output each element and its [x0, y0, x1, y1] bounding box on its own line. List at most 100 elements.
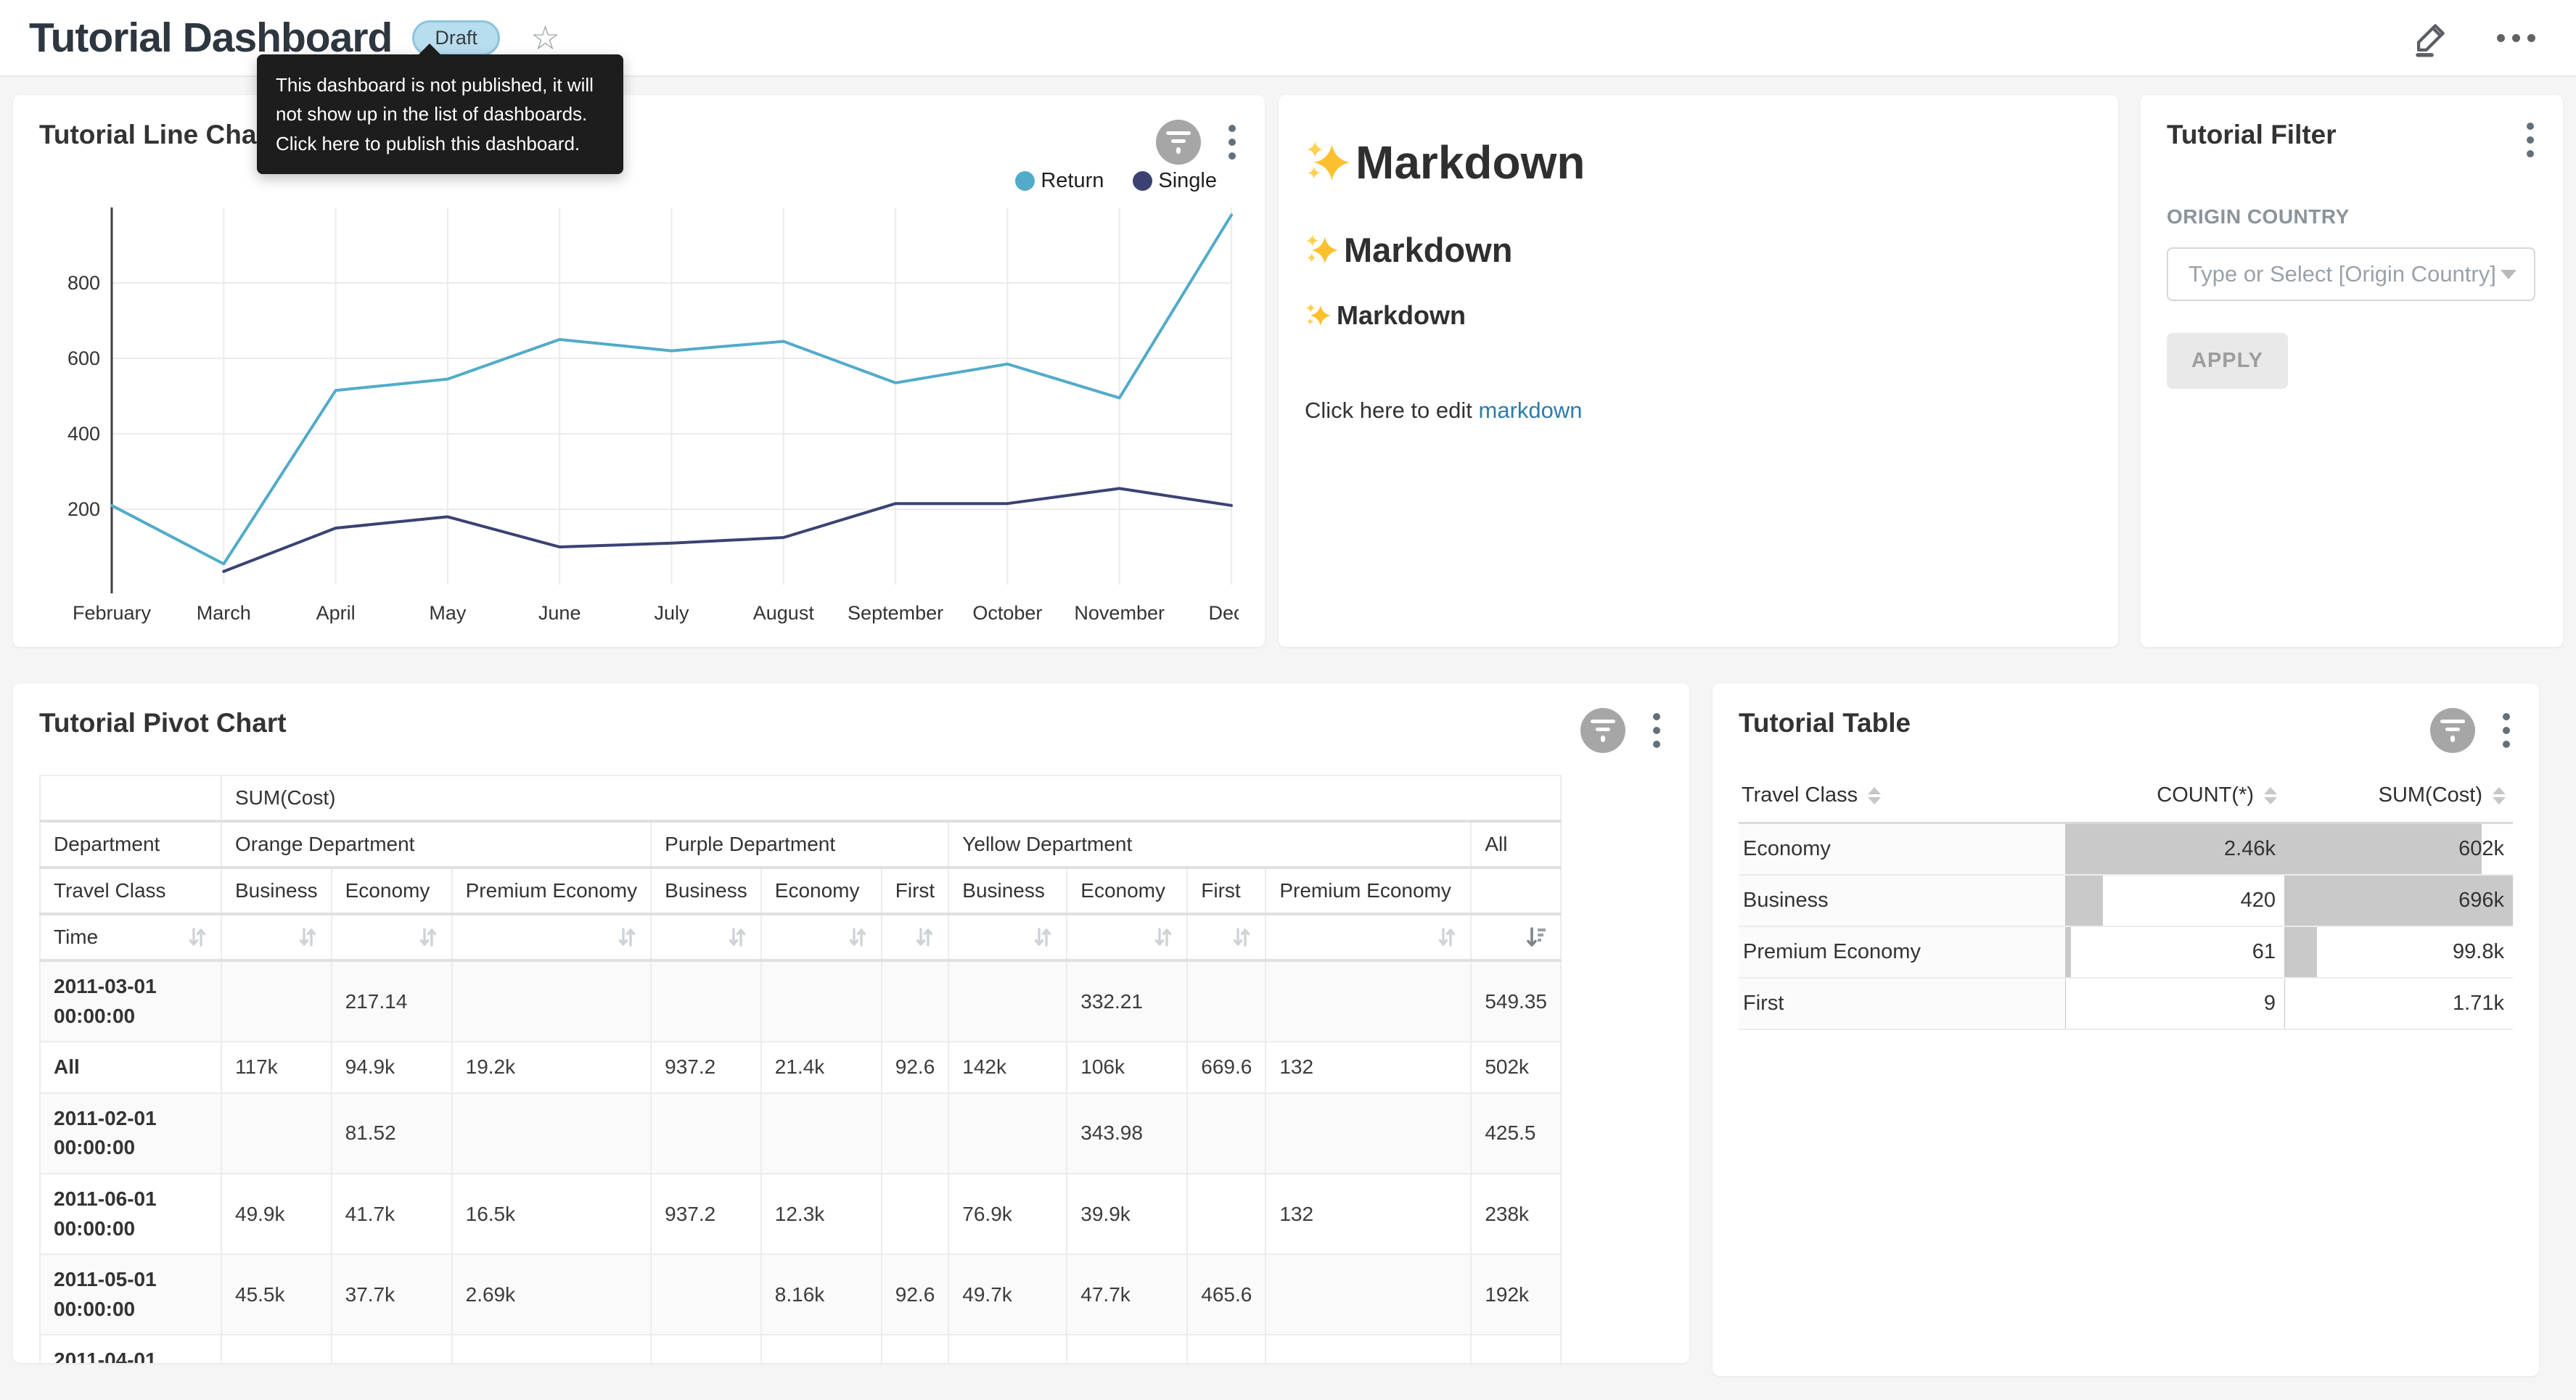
col-header-sum-cost[interactable]: SUM(Cost) [2284, 772, 2513, 823]
publish-tooltip[interactable]: This dashboard is not published, it will… [257, 54, 623, 174]
pivot-row-label: 2011-05-01 00:00:00 [40, 1254, 221, 1335]
sort-icon[interactable] [848, 926, 868, 949]
table-row[interactable]: Business420696k [1739, 875, 2513, 926]
pivot-cell: 45.5k [221, 1254, 332, 1335]
pivot-sort-cell [882, 914, 949, 960]
pivot-sort-cell [221, 914, 332, 960]
sort-icon[interactable] [1033, 926, 1053, 949]
x-tick-label: September [848, 602, 943, 624]
count-cell: 9 [2065, 978, 2284, 1029]
pivot-cell: 132 [1266, 1042, 1471, 1093]
travel-class-table: Travel Class COUNT(*) SUM(Cost) Economy2… [1739, 772, 2513, 1030]
pivot-row: 2011-04-01 00:00:0021.4k15.2k 927.77 15.… [40, 1335, 1561, 1363]
pivot-cell: 15.2k [332, 1335, 452, 1363]
select-placeholder: Type or Select [Origin Country] [2189, 261, 2496, 287]
sparkles-icon [1305, 140, 1350, 185]
tooltip-line: not show up in the list of dashboards. [276, 99, 604, 128]
sparkles-icon [1305, 302, 1331, 329]
sort-icon[interactable] [1153, 926, 1173, 949]
pivot-cell [1266, 1254, 1471, 1335]
row-label: First [1739, 978, 2065, 1029]
favorite-star-icon[interactable]: ☆ [530, 21, 560, 54]
sort-desc-icon[interactable] [1525, 926, 1547, 949]
markdown-paragraph: Click here to edit markdown [1305, 398, 2092, 424]
tooltip-caret [418, 44, 441, 55]
return-series-dot [1015, 171, 1035, 191]
cross-filter-icon[interactable] [2430, 708, 2475, 753]
table-body: Economy2.46k602kBusiness420696kPremium E… [1739, 823, 2513, 1030]
pivot-cell: 12.3k [761, 1174, 882, 1254]
pivot-cell: 238k [1471, 1174, 1561, 1254]
table-row[interactable]: Economy2.46k602k [1739, 823, 2513, 876]
edit-markdown-link[interactable]: markdown [1479, 398, 1583, 423]
x-tick-label: May [429, 602, 467, 624]
pivot-cell [221, 1093, 332, 1174]
pivot-cell: 425.5 [1471, 1093, 1561, 1174]
apply-button[interactable]: APPLY [2167, 333, 2288, 389]
sort-icon[interactable] [418, 926, 438, 949]
sort-icon[interactable] [1231, 926, 1252, 949]
sparkles-icon [1305, 234, 1338, 267]
pivot-col-header: First [882, 868, 949, 914]
pivot-cell: 192k [1471, 1254, 1561, 1335]
chart-kebab-menu-icon[interactable] [1226, 122, 1239, 162]
pivot-cell: 21.4k [761, 1042, 882, 1093]
single-series-dot [1133, 171, 1152, 191]
pivot-sort-cell [948, 914, 1067, 960]
table-row[interactable]: Premium Economy6199.8k [1739, 926, 2513, 978]
pivot-cell: 76.9k [948, 1174, 1067, 1254]
pivot-col-header [1471, 868, 1561, 914]
pivot-cell [1187, 960, 1266, 1042]
pivot-cell [1266, 1335, 1471, 1363]
pivot-cell [1187, 1174, 1266, 1254]
series-line-single[interactable] [223, 488, 1231, 571]
sort-icon[interactable] [298, 926, 318, 949]
pivot-kebab-menu-icon[interactable] [1650, 710, 1663, 751]
pivot-sort-cell [452, 914, 652, 960]
y-tick-label: 800 [67, 272, 100, 294]
pivot-cell: 39.9k [1067, 1174, 1187, 1254]
cross-filter-icon[interactable] [1580, 708, 1625, 753]
pivot-cell [882, 1335, 949, 1363]
chart-title: Tutorial Line Chart [39, 120, 276, 150]
table-kebab-menu-icon[interactable] [2500, 710, 2513, 751]
pivot-cell: 502k [1471, 1042, 1561, 1093]
pivot-cell [948, 1093, 1067, 1174]
pivot-group-header: Orange Department [221, 821, 651, 868]
pivot-cell: 332.21 [1067, 960, 1187, 1042]
x-tick-label: October [972, 602, 1042, 624]
sort-icon[interactable] [617, 926, 637, 949]
legend-item-single[interactable]: Single [1133, 169, 1217, 193]
pivot-cell: 19.2k [452, 1042, 652, 1093]
sort-carets-icon [2264, 787, 2277, 804]
sort-icon[interactable] [727, 926, 747, 949]
sort-icon[interactable] [914, 926, 935, 949]
pivot-cell: 70.9k [1471, 1335, 1561, 1363]
y-tick-label: 600 [67, 347, 100, 369]
pivot-sort-cell [651, 914, 761, 960]
legend-item-return[interactable]: Return [1015, 169, 1104, 193]
sort-icon[interactable] [187, 926, 208, 949]
origin-country-select[interactable]: Type or Select [Origin Country] [2167, 247, 2535, 301]
filter-kebab-menu-icon[interactable] [2524, 120, 2537, 160]
pivot-cell: 204 [1187, 1335, 1266, 1363]
cross-filter-icon[interactable] [1156, 120, 1201, 165]
pivot-cell: 41.7k [332, 1174, 452, 1254]
header-actions [2411, 18, 2535, 57]
pivot-cell [1266, 1093, 1471, 1174]
col-header-travel-class[interactable]: Travel Class [1739, 772, 2065, 823]
pivot-cell: 142k [948, 1042, 1067, 1093]
x-tick-label: November [1074, 602, 1165, 624]
table-row[interactable]: First91.71k [1739, 978, 2513, 1029]
line-chart-svg[interactable]: FebruaryMarchAprilMayJuneJulyAugustSepte… [39, 200, 1239, 635]
pivot-row: 2011-03-01 00:00:00 217.14 332.21 549.35 [40, 960, 1561, 1042]
sum-cell: 696k [2284, 875, 2513, 926]
count-cell: 420 [2065, 875, 2284, 926]
pivot-cell: 343.98 [1067, 1093, 1187, 1174]
sort-icon[interactable] [1437, 926, 1457, 949]
edit-pencil-icon[interactable] [2411, 18, 2450, 57]
more-actions-icon[interactable] [2497, 34, 2535, 42]
col-header-count[interactable]: COUNT(*) [2065, 772, 2284, 823]
sort-carets-icon [1868, 787, 1881, 804]
pivot-cell: 92.6 [882, 1254, 949, 1335]
